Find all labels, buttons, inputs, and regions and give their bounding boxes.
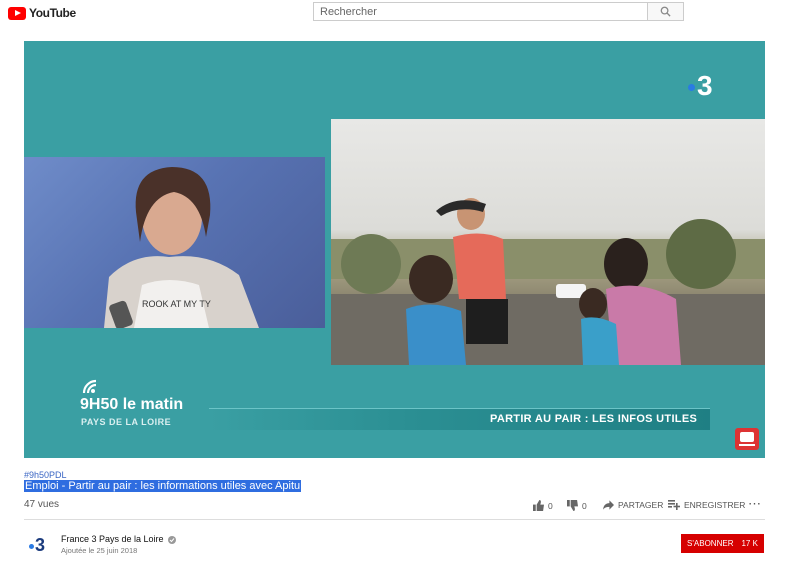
subscribe-label: S'ABONNER xyxy=(687,539,734,548)
tv-icon xyxy=(739,432,755,446)
share-arrow-icon xyxy=(603,500,614,510)
show-subtitle: PAYS DE LA LOIRE xyxy=(81,417,172,427)
view-count: 47 vues xyxy=(24,499,60,510)
banner-text: PARTIR AU PAIR : LES INFOS UTILES xyxy=(490,413,698,425)
add-to-playlist-icon xyxy=(668,500,680,510)
search-input[interactable]: Rechercher xyxy=(313,2,648,21)
like-button[interactable]: 0 xyxy=(533,500,553,511)
more-actions-button[interactable]: ⋯ xyxy=(748,496,761,512)
search-button[interactable] xyxy=(647,2,684,21)
children-walking-image xyxy=(331,198,765,365)
youtube-play-icon xyxy=(8,6,26,20)
avatar-dot-icon xyxy=(29,543,34,549)
dislike-button[interactable]: 0 xyxy=(567,500,587,511)
share-button[interactable]: PARTAGER xyxy=(603,500,663,510)
video-title: Emploi - Partir au pair : les informatio… xyxy=(24,480,302,492)
show-title: 9H50 le matin xyxy=(80,396,184,413)
interview-video-inset: ROOK AT MY TY xyxy=(24,157,325,328)
logo-dot-icon xyxy=(688,84,695,92)
verified-check-icon xyxy=(168,535,177,544)
france3-channel-logo: 3 xyxy=(688,70,713,102)
channel-name[interactable]: France 3 Pays de la Loire xyxy=(61,534,177,544)
dislike-count: 0 xyxy=(582,500,587,511)
avatar-number: 3 xyxy=(35,535,46,555)
subscribe-button[interactable]: S'ABONNER 17 K xyxy=(681,534,764,553)
share-label: PARTAGER xyxy=(618,500,664,510)
thumbs-down-icon xyxy=(567,500,578,511)
upload-date: Ajoutée le 25 juin 2018 xyxy=(61,546,138,555)
video-hashtag[interactable]: #9h50PDL xyxy=(24,470,67,480)
report-video-inset xyxy=(331,119,765,365)
channel-name-text: France 3 Pays de la Loire xyxy=(61,534,164,544)
search-icon xyxy=(660,6,671,17)
youtube-logo[interactable]: YouTube xyxy=(8,6,76,20)
channel-logo-number: 3 xyxy=(697,70,713,101)
replay-icon[interactable] xyxy=(735,428,759,450)
woman-speaking-image: ROOK AT MY TY xyxy=(104,167,259,328)
more-dots-icon: ⋯ xyxy=(748,496,761,511)
subscriber-count: 17 K xyxy=(741,539,758,548)
save-label: ENREGISTRER xyxy=(684,500,746,510)
thumbs-up-icon xyxy=(533,500,544,511)
channel-avatar[interactable]: 3 xyxy=(29,535,45,556)
youtube-logo-text: YouTube xyxy=(29,6,76,20)
svg-text:ROOK AT MY TY: ROOK AT MY TY xyxy=(142,299,211,309)
like-count: 0 xyxy=(548,500,553,511)
divider xyxy=(24,519,765,520)
save-button[interactable]: ENREGISTRER xyxy=(668,500,745,510)
broadcast-signal-icon xyxy=(82,379,97,394)
